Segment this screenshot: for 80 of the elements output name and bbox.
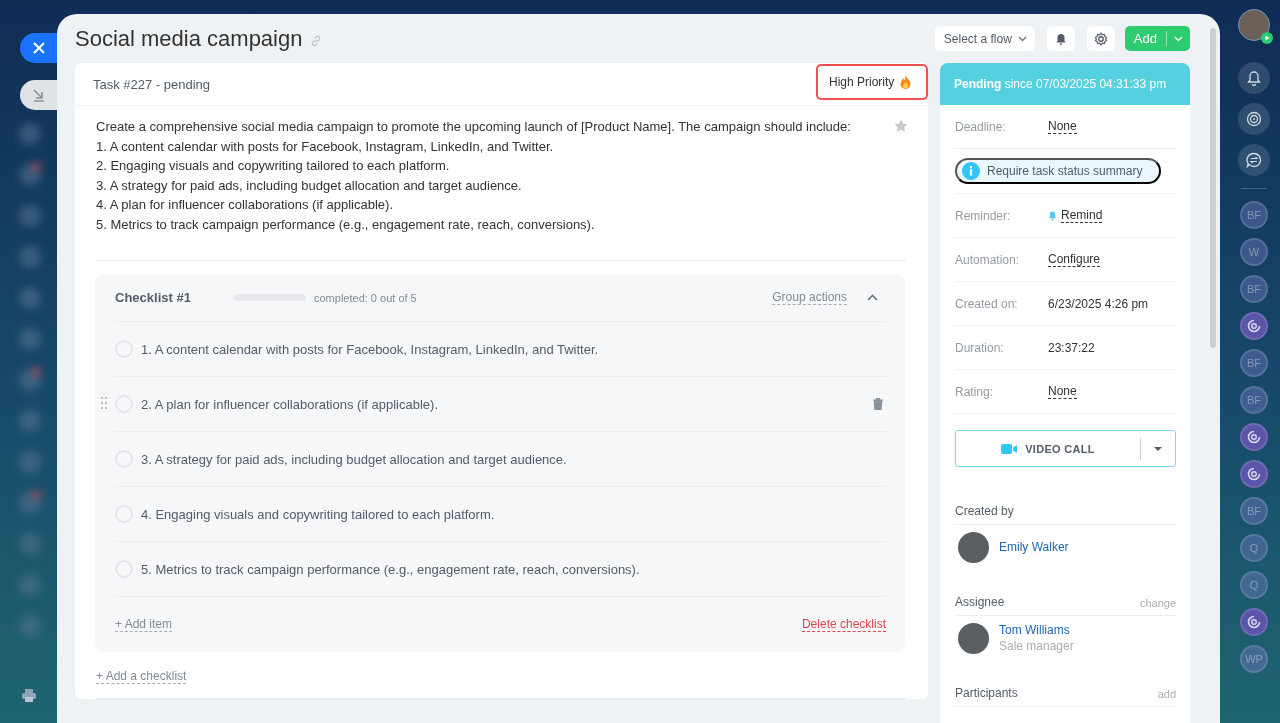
flow-dropdown[interactable]: Select a flow: [934, 26, 1035, 51]
field-link[interactable]: Configure: [1048, 252, 1101, 267]
person-name[interactable]: Emily Walker: [999, 539, 1069, 555]
checklist-item-text: 2. A plan for influencer collaborations (if applicable).: [141, 396, 439, 412]
chat-avatar[interactable]: BF: [1240, 497, 1268, 525]
reminder-link[interactable]: Remind: [1061, 208, 1103, 223]
chat-avatar[interactable]: BF: [1240, 201, 1268, 229]
chat-avatar[interactable]: W: [1240, 238, 1268, 266]
field-value: 23:37:22: [1048, 340, 1095, 355]
status-banner: Pending since 07/03/2025 04:31:33 pm: [940, 63, 1190, 105]
avatar: [958, 531, 989, 563]
settings-button[interactable]: [1086, 26, 1115, 51]
user-avatar[interactable]: [1238, 9, 1270, 41]
status-summary-chip[interactable]: Require task status summary: [955, 158, 1162, 184]
section-heading: Assignee: [955, 595, 1005, 609]
field-label: Automation:: [955, 252, 1021, 267]
bot-avatar[interactable]: [1240, 312, 1268, 340]
chat-avatar[interactable]: BF: [1240, 386, 1268, 414]
star-icon[interactable]: [894, 119, 908, 132]
flame-icon: [900, 75, 912, 89]
video-camera-icon: [1001, 443, 1018, 454]
arrow-down-right-icon: [31, 88, 46, 102]
avatar: [958, 622, 989, 654]
drag-handle-icon[interactable]: [101, 397, 107, 409]
task-description: Create a comprehensive social media campaign to promote the upcoming launch of [Product Name]. The campaign should include: 1. A content calendar with posts for Facebook, Instagram, LinkedIn, and Twitter. 2. Engaging visuals and copywriting tailored to each platform. 3. A strategy for paid ads, including budget allocation and target audience. 4. A plan for influencer collaborations (if applicable). 5. Metrics to track campaign performance (e.g., engagement rate, reach, conversions).: [96, 118, 852, 234]
checklist-item-text: 4. Engaging visuals and copywriting tailored to each platform.: [141, 506, 496, 522]
section-action-link[interactable]: change: [1139, 597, 1176, 609]
chat-button[interactable]: [1238, 144, 1270, 176]
close-icon: [32, 42, 45, 54]
checklist-item-text: 1. A content calendar with posts for Facebook, Instagram, LinkedIn, and Twitter.: [141, 341, 600, 357]
group-actions-link[interactable]: Group actions: [772, 290, 847, 305]
bot-avatar[interactable]: [1240, 423, 1268, 451]
field-link[interactable]: None: [1048, 384, 1077, 399]
chat-avatar[interactable]: BF: [1240, 275, 1268, 303]
field-label: Rating:: [955, 384, 995, 399]
chat-avatar[interactable]: BF: [1240, 349, 1268, 377]
page-title: Social media campaign: [75, 25, 303, 52]
settings-icon: [1093, 31, 1108, 46]
chevron-up-icon[interactable]: [867, 294, 878, 301]
collapse-button[interactable]: [20, 80, 57, 110]
section-heading: Participants: [955, 686, 1018, 700]
bell-icon: [1247, 70, 1261, 86]
add-item-link[interactable]: + Add item: [115, 617, 173, 632]
priority-badge[interactable]: High Priority: [816, 64, 928, 100]
task-number: Task #227 - pending: [93, 76, 211, 92]
field-label: Created on:: [955, 296, 1019, 311]
close-button[interactable]: [20, 33, 57, 63]
chat-arrows-icon: [1246, 152, 1262, 168]
trash-icon[interactable]: [873, 398, 883, 410]
field-label: Deadline:: [955, 119, 1007, 134]
printer-icon[interactable]: [20, 688, 37, 703]
checklist-item-text: 5. Metrics to track campaign performance (e.g., engagement rate, reach, conversions).: [141, 561, 641, 577]
checklist-item-text: 3. A strategy for paid ads, including budget allocation and target audience.: [141, 451, 568, 467]
progress-text: completed: 0 out of 5: [314, 291, 417, 304]
field-value: 6/23/2025 4:26 pm: [1048, 296, 1149, 311]
chat-avatar[interactable]: WP: [1240, 645, 1268, 673]
info-icon: [962, 162, 980, 180]
person-name[interactable]: Tom Williams: [999, 622, 1074, 638]
section-heading: Created by: [955, 504, 1014, 518]
bell-icon: [1048, 210, 1057, 221]
video-call-button[interactable]: VIDEO CALL: [955, 430, 1176, 467]
field-label: Duration:: [955, 340, 1005, 355]
section-action-link[interactable]: add: [1157, 688, 1176, 700]
chevron-down-icon: [1174, 35, 1183, 42]
field-link[interactable]: None: [1048, 119, 1077, 134]
person-role: Sale manager: [999, 638, 1074, 654]
bell-icon: [1054, 32, 1067, 45]
notifications-button[interactable]: [1046, 26, 1075, 51]
bot-avatar[interactable]: [1240, 460, 1268, 488]
field-label: Reminder:: [955, 208, 1012, 223]
chevron-down-icon: [1017, 35, 1027, 42]
scrollbar[interactable]: [1210, 28, 1216, 348]
add-button[interactable]: Add: [1124, 26, 1190, 51]
play-badge-icon: [1261, 32, 1273, 44]
notifications-button[interactable]: [1238, 62, 1270, 94]
add-checklist-link[interactable]: + Add a checklist: [96, 669, 187, 684]
checklist-title: Checklist #1: [115, 290, 192, 305]
delete-checklist-link[interactable]: Delete checklist: [801, 617, 886, 632]
bot-avatar[interactable]: [1240, 608, 1268, 636]
caret-down-icon[interactable]: [1154, 446, 1162, 451]
